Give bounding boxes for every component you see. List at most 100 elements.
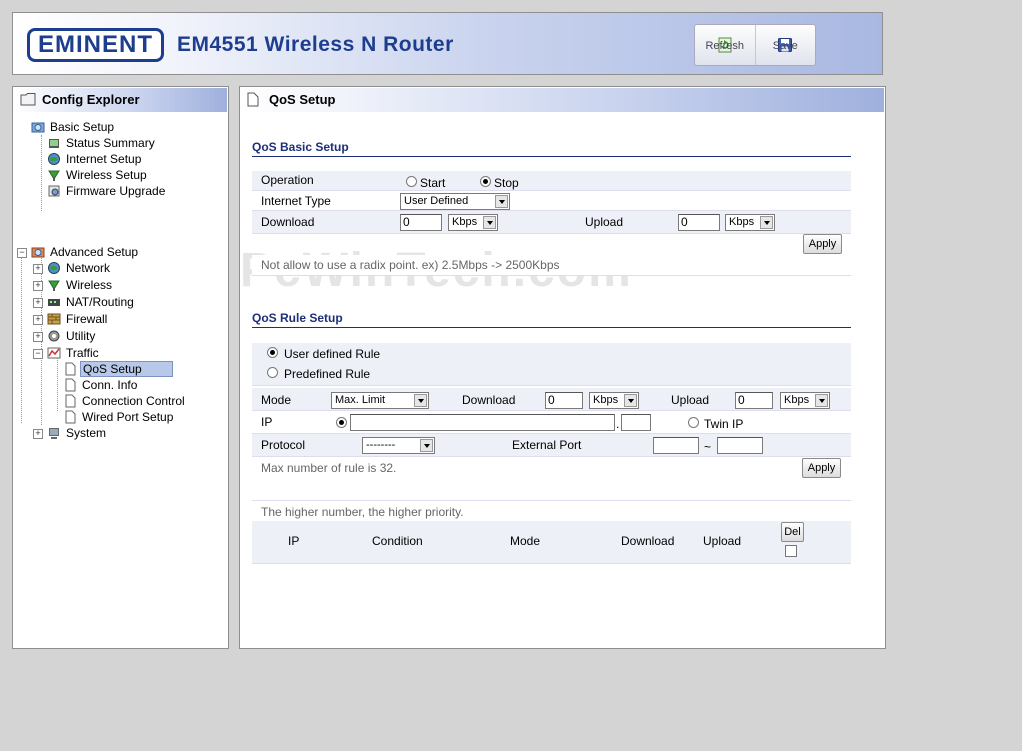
rule-ip-label: IP — [261, 415, 273, 429]
list-divider — [252, 500, 851, 501]
globe-icon — [48, 152, 60, 165]
basic-upload-input[interactable]: 0 — [678, 214, 720, 231]
firmware-icon — [48, 185, 60, 197]
dropdown-arrow-icon — [624, 394, 637, 407]
dropdown-arrow-icon — [414, 394, 427, 407]
rule-list-header — [252, 521, 851, 564]
tree-item-wireless-setup[interactable]: Wireless Setup — [47, 167, 149, 183]
rule-upload-unit-select[interactable]: Kbps — [780, 392, 830, 409]
traffic-icon — [47, 347, 61, 359]
system-icon — [49, 427, 59, 439]
rule-mode-label: Mode — [261, 393, 292, 407]
tree-item-basic-setup[interactable]: Basic Setup — [31, 119, 116, 135]
column-condition: Condition — [372, 534, 423, 548]
header-banner: EMINENT EM4551 Wireless N Router Refresh… — [12, 12, 883, 75]
rule-download-input[interactable]: 0 — [545, 392, 583, 409]
tree-item-connection-control[interactable]: Connection Control — [63, 393, 187, 409]
column-upload: Upload — [703, 534, 742, 548]
tree-item-traffic[interactable]: Traffic — [47, 345, 101, 361]
operation-stop-label: Stop — [494, 176, 519, 190]
save-button[interactable]: Save — [754, 25, 816, 65]
globe-folder-icon — [31, 122, 45, 133]
column-download: Download — [621, 534, 675, 548]
expand-firewall[interactable]: + — [33, 315, 43, 325]
delete-button[interactable]: Del — [781, 522, 804, 542]
basic-download-unit-select[interactable]: Kbps — [448, 214, 498, 231]
protocol-label: Protocol — [261, 438, 306, 452]
max-rule-note: Max number of rule is 32. — [261, 461, 397, 475]
basic-download-input[interactable]: 0 — [400, 214, 442, 231]
tree-item-advanced-setup[interactable]: Advanced Setup — [31, 244, 140, 260]
toolbar: Refresh Save — [694, 24, 816, 66]
column-ip: IP — [288, 534, 300, 548]
tree-item-system[interactable]: System — [47, 425, 108, 441]
status-monitor-icon — [49, 138, 59, 148]
user-defined-rule-radio[interactable] — [267, 347, 278, 358]
wireless-icon — [48, 170, 60, 181]
protocol-select[interactable]: -------- — [362, 437, 435, 454]
tree-item-status-summary[interactable]: Status Summary — [47, 135, 157, 151]
page-icon — [65, 394, 76, 408]
tree-item-internet-setup[interactable]: Internet Setup — [47, 151, 143, 167]
qos-setup-title-label: QoS Setup — [269, 92, 336, 107]
tree-item-wireless[interactable]: Wireless — [47, 277, 114, 293]
network-icon — [48, 261, 60, 274]
user-defined-rule-label: User defined Rule — [284, 347, 381, 361]
operation-start-radio[interactable] — [406, 176, 417, 187]
rule-download-label: Download — [462, 393, 516, 407]
operation-stop-radio[interactable] — [480, 176, 491, 187]
internet-type-select[interactable]: User Defined — [400, 193, 510, 210]
basic-download-label: Download — [261, 215, 315, 229]
collapse-traffic[interactable]: − — [33, 349, 43, 359]
config-explorer-label: Config Explorer — [42, 92, 140, 107]
tree-item-firmware-upgrade[interactable]: Firmware Upgrade — [47, 183, 167, 199]
page-icon — [65, 378, 76, 392]
wireless-icon — [48, 280, 60, 291]
tree-item-network[interactable]: Network — [47, 260, 112, 276]
qos-setup-title: QoS Setup — [241, 88, 884, 112]
rule-download-unit-select[interactable]: Kbps — [589, 392, 639, 409]
port-range-separator: ~ — [704, 440, 712, 454]
rule-upload-input[interactable]: 0 — [735, 392, 773, 409]
external-port-end-input[interactable] — [717, 437, 763, 454]
rule-apply-button[interactable]: Apply — [802, 458, 841, 478]
expand-nat-routing[interactable]: + — [33, 298, 43, 308]
tree-item-utility[interactable]: Utility — [47, 328, 97, 344]
single-ip-radio[interactable] — [336, 417, 347, 428]
twin-ip-radio[interactable] — [688, 417, 699, 428]
qos-rule-setup-heading: QoS Rule Setup — [252, 311, 851, 328]
folder-icon — [20, 93, 36, 106]
tree-item-firewall[interactable]: Firewall — [47, 311, 109, 327]
select-all-checkbox[interactable] — [785, 545, 797, 557]
qos-basic-setup-heading: QoS Basic Setup — [252, 140, 851, 157]
operation-row — [252, 171, 851, 191]
refresh-button[interactable]: Refresh — [695, 25, 755, 65]
priority-note: The higher number, the higher priority. — [261, 505, 464, 519]
external-port-label: External Port — [512, 438, 582, 452]
collapse-advanced-setup[interactable]: − — [17, 248, 27, 258]
ip-dot-separator: . — [616, 417, 620, 431]
predefined-rule-label: Predefined Rule — [284, 367, 371, 381]
page-icon — [65, 410, 76, 424]
tree-item-qos-setup[interactable]: QoS Setup — [63, 361, 173, 377]
tree-connector — [41, 135, 42, 211]
expand-system[interactable]: + — [33, 429, 43, 439]
external-port-start-input[interactable] — [653, 437, 699, 454]
predefined-rule-radio[interactable] — [267, 367, 278, 378]
page-icon — [65, 362, 76, 376]
expand-utility[interactable]: + — [33, 332, 43, 342]
expand-wireless[interactable]: + — [33, 281, 43, 291]
basic-upload-unit-select[interactable]: Kbps — [725, 214, 775, 231]
column-mode: Mode — [510, 534, 541, 548]
tree-item-nat-routing[interactable]: NAT/Routing — [47, 294, 136, 310]
firewall-icon — [47, 313, 61, 325]
expand-network[interactable]: + — [33, 264, 43, 274]
twin-ip-label: Twin IP — [704, 417, 744, 431]
tree-item-conn-info[interactable]: Conn. Info — [63, 377, 139, 393]
ip-address-input[interactable] — [350, 414, 615, 431]
rule-mode-select[interactable]: Max. Limit — [331, 392, 429, 409]
ip-last-octet-input[interactable] — [621, 414, 651, 431]
tree-item-wired-port-setup[interactable]: Wired Port Setup — [63, 409, 175, 425]
config-explorer-title: Config Explorer — [14, 88, 227, 112]
basic-apply-button[interactable]: Apply — [803, 234, 842, 254]
